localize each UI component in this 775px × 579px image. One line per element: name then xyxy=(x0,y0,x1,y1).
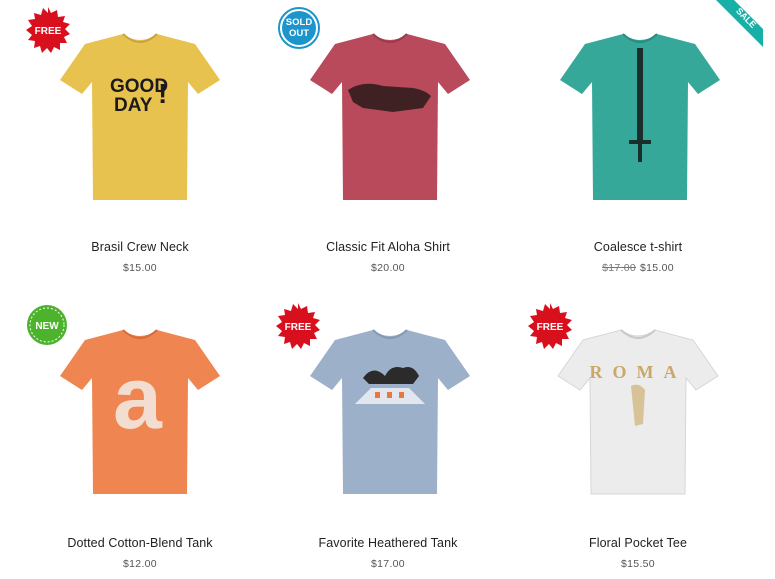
print-exclaim: ! xyxy=(158,78,167,109)
sale-price: $15.00 xyxy=(640,262,674,274)
product-name[interactable]: Brasil Crew Neck xyxy=(15,240,265,254)
product-price: $20.00 xyxy=(371,262,405,274)
svg-text:FREE: FREE xyxy=(285,322,312,333)
product-name[interactable]: Dotted Cotton-Blend Tank xyxy=(15,536,265,550)
product-image[interactable]: SALE xyxy=(513,0,763,220)
svg-text:FREE: FREE xyxy=(537,322,564,333)
badge-free: FREE xyxy=(528,303,572,349)
print-day: DAY xyxy=(114,95,153,116)
svg-text:OUT: OUT xyxy=(289,28,309,39)
product-name[interactable]: Favorite Heathered Tank xyxy=(263,536,513,550)
tshirt-body xyxy=(310,330,470,494)
print-roma: ROMA xyxy=(590,362,687,382)
old-price: $17.00 xyxy=(602,262,636,274)
badge-sale: SALE xyxy=(716,0,763,47)
product-price: $15.50 xyxy=(621,558,655,570)
badge-free: FREE xyxy=(276,303,320,349)
product-name[interactable]: Coalesce t-shirt xyxy=(513,240,763,254)
product-name[interactable]: Classic Fit Aloha Shirt xyxy=(263,240,513,254)
product-price: $17.00 xyxy=(371,558,405,570)
product-name[interactable]: Floral Pocket Tee xyxy=(513,536,763,550)
print-pencil xyxy=(637,48,643,150)
badge-free: FREE xyxy=(26,7,70,53)
product-image[interactable]: GOOD DAY ! FREE xyxy=(15,0,265,220)
svg-text:NEW: NEW xyxy=(35,321,59,332)
product-image[interactable]: a NEW xyxy=(15,298,265,518)
product-price: $15.00 xyxy=(123,262,157,274)
product-image[interactable]: ROMA FREE xyxy=(513,298,763,518)
svg-text:FREE: FREE xyxy=(35,26,62,37)
product-image[interactable]: FREE xyxy=(263,298,513,518)
svg-text:SOLD: SOLD xyxy=(286,17,313,28)
tshirt-body xyxy=(310,34,470,200)
print-letter: a xyxy=(113,348,163,447)
product-price: $12.00 xyxy=(123,558,157,570)
badge-new: NEW xyxy=(27,305,67,345)
tshirt-body xyxy=(60,34,220,200)
badge-sold-out: SOLD OUT xyxy=(278,7,320,49)
product-image[interactable]: SOLD OUT xyxy=(263,0,513,220)
product-price: $17.00 $15.00 xyxy=(513,262,763,274)
